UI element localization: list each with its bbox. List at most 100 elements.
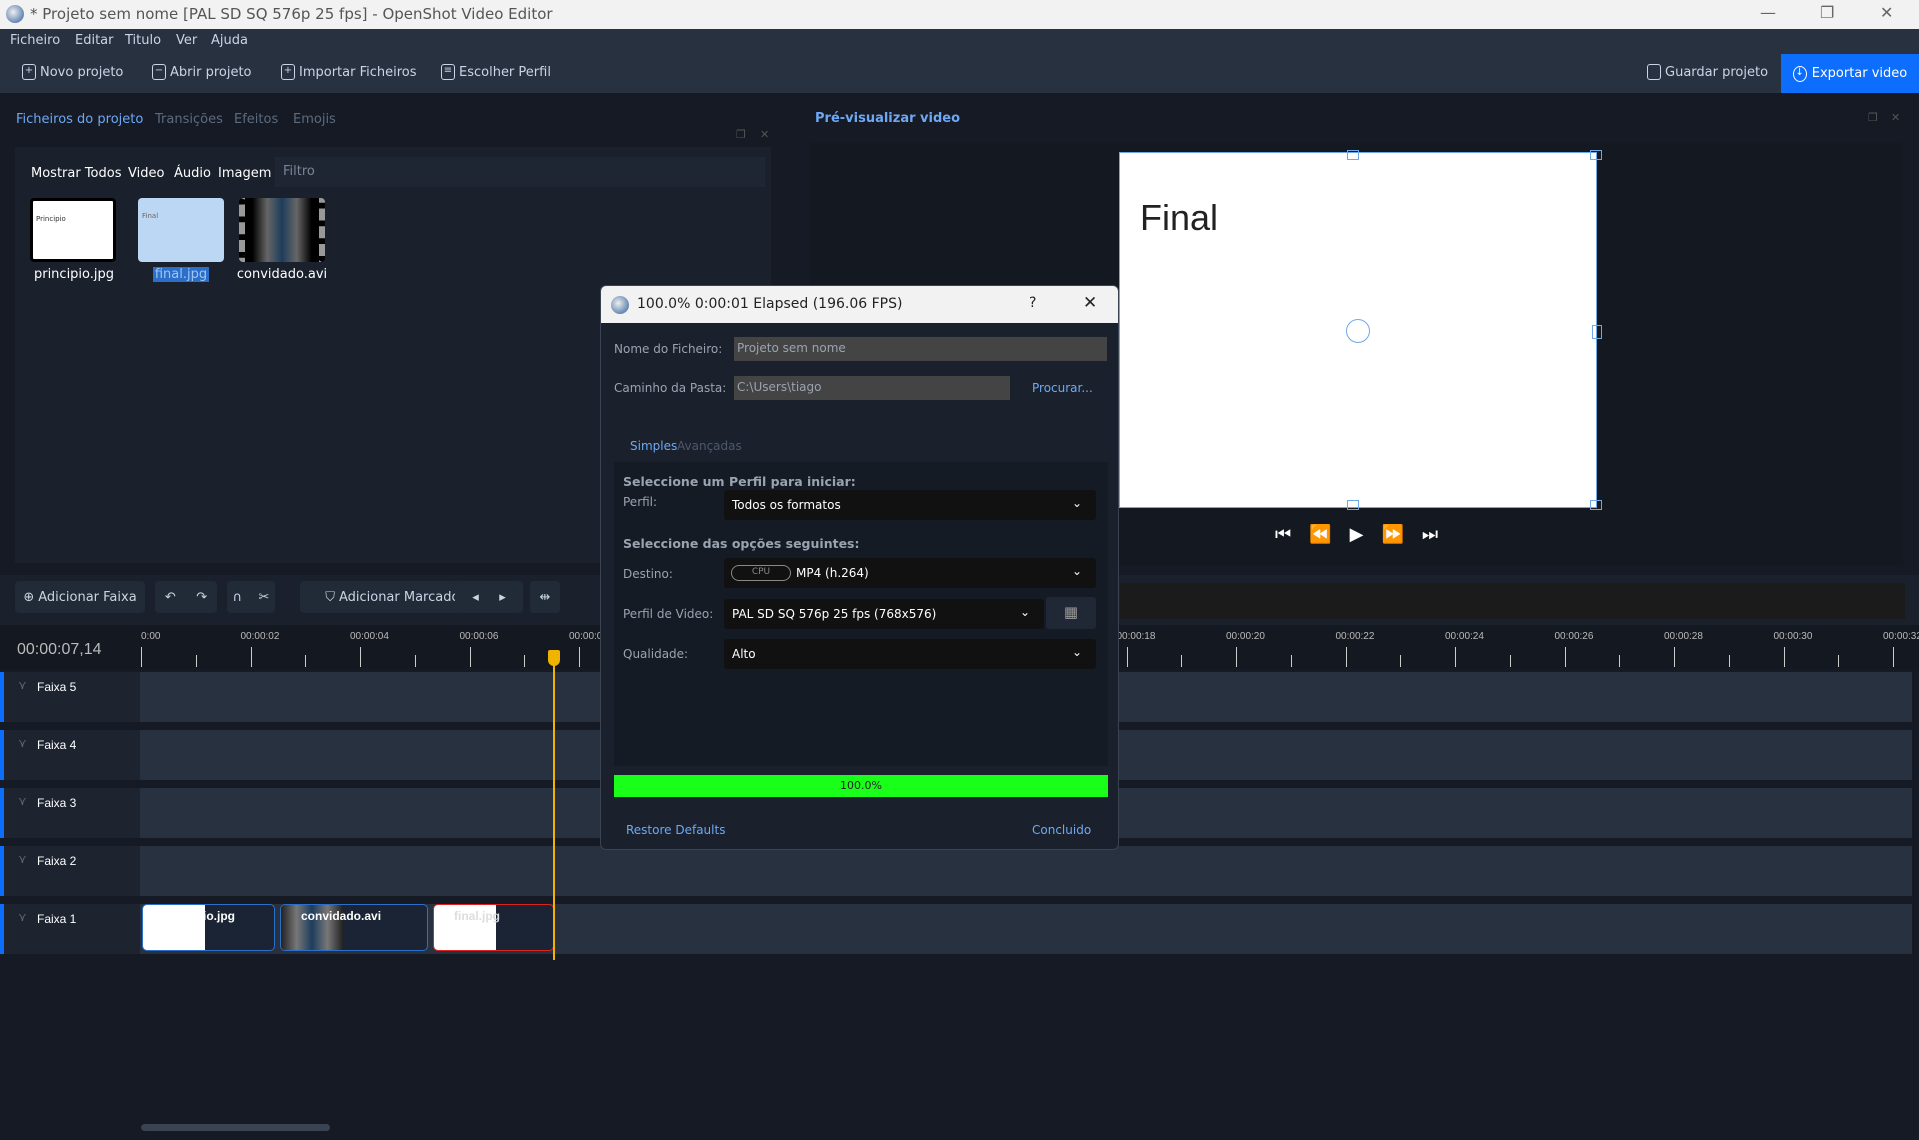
timeline-scrollbar[interactable] [141,1124,330,1131]
collapse-icon[interactable]: ⋎ [18,794,27,808]
folder-input[interactable]: C:\Users\tiago [734,376,1010,400]
close-panel-icon[interactable]: ✕ [760,128,769,141]
crosshair-icon[interactable] [1346,319,1370,343]
quality-label: Qualidade: [623,647,689,661]
tab-effects[interactable]: Efeitos [234,112,278,127]
play-icon[interactable]: ▶ [1350,524,1364,545]
track-name: Faixa 1 [37,912,77,926]
resize-handle[interactable] [1590,500,1602,510]
file-thumb-convidado[interactable] [239,198,325,262]
ruler-label: 00:00:18 [1116,631,1156,642]
profile-select[interactable]: Todos os formatos ⌄ [724,490,1096,520]
track-header[interactable]: ⋎ Faixa 4 [0,730,140,780]
snap-icon[interactable]: ∩ [233,590,243,605]
clip-final[interactable]: final.jpg [433,904,554,951]
tab-emojis[interactable]: Emojis [293,112,336,127]
ruler-label: 00:00:06 [459,631,499,642]
float-preview-icon[interactable]: ❐ [1868,111,1878,124]
tab-simple[interactable]: Simples [630,439,677,453]
resize-handle[interactable] [1347,500,1359,510]
filter-video[interactable]: Video [128,166,164,181]
menu-ajuda[interactable]: Ajuda [211,33,248,48]
thumb-text: Principio [36,215,66,223]
filter-image[interactable]: Imagem [218,166,271,181]
done-button[interactable]: Concluido [1032,823,1091,837]
help-button[interactable]: ? [1029,295,1036,311]
tab-project-files[interactable]: Ficheiros do projeto [16,112,143,127]
app-logo-icon [611,296,629,314]
restore-defaults-button[interactable]: Restore Defaults [626,823,725,837]
quality-select[interactable]: Alto ⌄ [724,639,1096,669]
filename-input[interactable]: Projeto sem nome [734,337,1107,361]
fast-forward-icon[interactable]: ⏩ [1381,524,1403,545]
redo-icon[interactable]: ↷ [196,590,207,605]
collapse-icon[interactable]: ⋎ [18,736,27,750]
ruler-tick [1619,655,1621,667]
video-profile-select[interactable]: PAL SD SQ 576p 25 fps (768x576) ⌄ [724,599,1044,629]
float-panel-icon[interactable]: ❐ [736,128,746,141]
browse-button[interactable]: Procurar... [1032,381,1093,395]
chevron-down-icon: ⌄ [1071,645,1082,659]
new-project-button[interactable]: + Novo projeto [22,64,123,80]
ruler-tick [1509,655,1511,667]
export-video-button[interactable]: ↓ Exportar video [1781,54,1919,93]
track-lane[interactable] [140,846,1912,896]
resize-handle[interactable] [1347,150,1359,160]
menu-titulo[interactable]: Titulo [125,33,161,48]
collapse-icon[interactable]: ⋎ [18,678,27,692]
playhead-handle[interactable] [548,650,560,666]
track-header[interactable]: ⋎ Faixa 2 [0,846,140,896]
dialog-close-icon[interactable]: ✕ [1083,293,1097,313]
prev-marker-icon[interactable]: ◂ [472,590,479,605]
close-icon[interactable]: ✕ [1880,3,1893,22]
center-playhead-button[interactable]: ⇹ [530,581,560,613]
add-track-button[interactable]: ⊕ Adicionar Faixa [15,581,145,613]
jump-end-icon[interactable]: ⏭ [1422,524,1438,545]
tab-transitions[interactable]: Transições [155,112,223,127]
clip-convidado[interactable]: convidado.avi [280,904,428,951]
resize-handle[interactable] [1590,150,1602,160]
filter-input[interactable]: Filtro [275,157,765,187]
timecode: 00:00:07,14 [17,641,102,658]
import-files-button[interactable]: + Importar Ficheiros [281,64,417,80]
track-header[interactable]: ⋎ Faixa 1 [0,904,140,954]
add-icon: ⊕ [23,589,35,605]
timeline-zoom-strip[interactable] [1120,583,1905,619]
track-header[interactable]: ⋎ Faixa 5 [0,672,140,722]
value: Todos os formatos [732,498,841,512]
preview-title: Pré-visualizar video [815,111,961,126]
track-header[interactable]: ⋎ Faixa 3 [0,788,140,838]
film-icon: ▦ [1063,603,1079,621]
save-project-button[interactable]: Guardar projeto [1647,64,1768,80]
preview-frame[interactable]: Final [1119,150,1602,510]
menu-ficheiro[interactable]: Ficheiro [10,33,60,48]
file-thumb-principio[interactable]: Principio [30,198,116,262]
jump-start-icon[interactable]: ⏮ [1275,524,1291,545]
collapse-icon[interactable]: ⋎ [18,910,27,924]
minimize-icon[interactable]: — [1760,3,1776,22]
menu-editar[interactable]: Editar [75,33,114,48]
undo-icon[interactable]: ↶ [165,590,176,605]
menu-ver[interactable]: Ver [176,33,197,48]
open-project-button[interactable]: − Abrir projeto [152,64,252,80]
filter-audio[interactable]: Áudio [174,166,211,181]
ruler-label: 00:00:28 [1664,631,1703,642]
razor-icon[interactable]: ✂ [258,590,269,605]
close-preview-icon[interactable]: ✕ [1891,111,1900,124]
target-select[interactable]: CPU MP4 (h.264) ⌄ [724,558,1096,588]
video-profile-button[interactable]: ▦ [1046,597,1096,629]
track-name: Faixa 2 [37,854,77,868]
file-thumb-final[interactable]: Final [138,198,224,262]
resize-handle[interactable] [1592,325,1602,339]
tab-advanced[interactable]: Avançadas [677,439,742,453]
next-marker-icon[interactable]: ▸ [499,590,506,605]
filter-show-all[interactable]: Mostrar Todos [31,166,122,181]
restore-icon[interactable]: ❐ [1820,3,1834,22]
clip-principio[interactable]: principio.jpg [142,904,275,951]
thumb-text: Final [142,212,159,220]
choose-profile-button[interactable]: ≡ Escolher Perfil [441,64,551,80]
track-row[interactable]: ⋎ Faixa 2 [0,846,1912,896]
rewind-icon[interactable]: ⏪ [1309,524,1331,545]
playhead[interactable] [548,650,560,960]
collapse-icon[interactable]: ⋎ [18,852,27,866]
